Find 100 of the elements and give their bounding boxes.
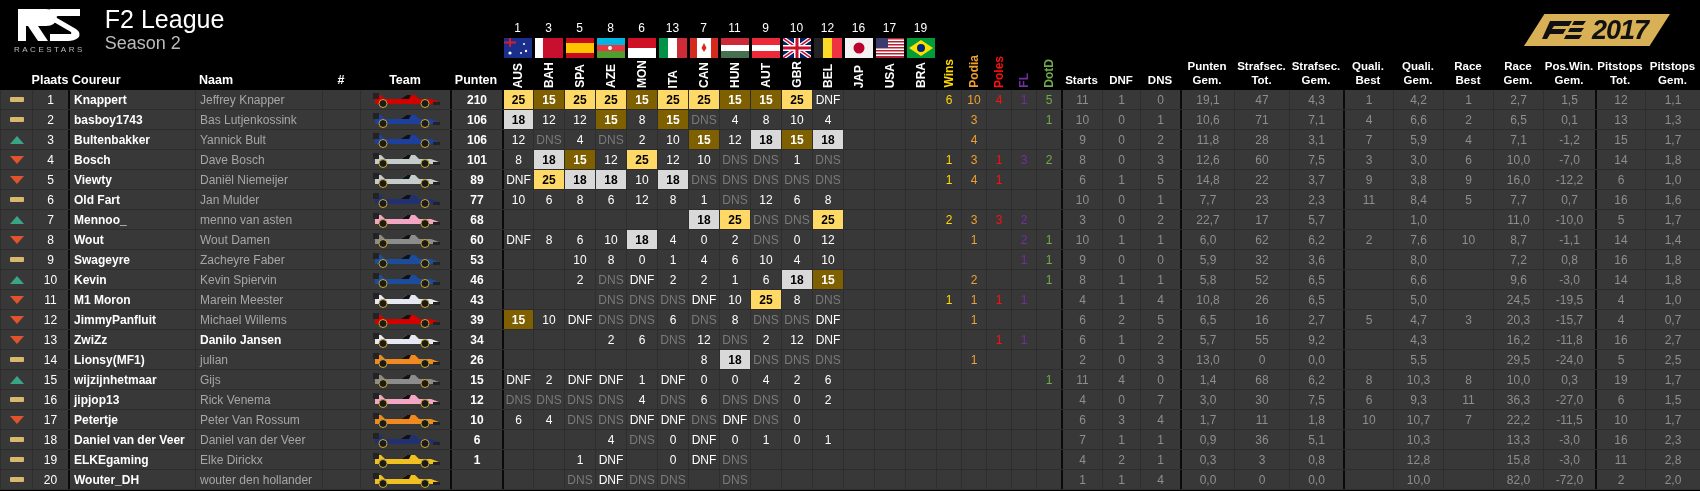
table-cell: 11: [1234, 410, 1289, 429]
table-cell: 3,0: [1393, 150, 1443, 169]
table-cell: Wouter_DH: [68, 470, 195, 489]
column-header: AUT: [759, 63, 772, 88]
table-cell: 2: [1140, 330, 1180, 349]
table-cell: 7,7: [1493, 190, 1543, 209]
table-cell: 4: [32, 150, 68, 169]
round-number: 13: [665, 21, 680, 35]
table-cell: Jan Mulder: [195, 190, 322, 209]
table-cell: 26: [1234, 290, 1289, 309]
result-cell: 8: [533, 230, 564, 249]
result-cell: DNS: [781, 170, 812, 189]
result-cell: DNF: [812, 310, 843, 329]
result-cell: 12: [657, 150, 688, 169]
table-cell: 4,2: [1393, 90, 1443, 109]
table-cell: 5: [1036, 90, 1061, 109]
table-cell: 1: [936, 150, 961, 169]
result-cell: 25: [595, 90, 626, 109]
result-cell: 1: [564, 450, 595, 469]
table-cell: 1,8: [1645, 270, 1700, 289]
result-cell: 8: [657, 190, 688, 209]
table-cell: 7,1: [1289, 110, 1343, 129]
column-header: MON: [635, 60, 648, 88]
result-cell: DNF: [595, 450, 626, 469]
column-header: Wins: [942, 59, 955, 88]
result-cell: DNS: [750, 230, 781, 249]
result-cell: 6: [719, 250, 750, 269]
result-cell: DNS: [533, 130, 564, 149]
result-cell: 12: [750, 190, 781, 209]
round-number: 17: [882, 21, 897, 35]
table-cell: -10,0: [1543, 210, 1595, 229]
table-cell: 5: [1140, 310, 1180, 329]
result-cell: DNS: [812, 290, 843, 309]
table-cell: 1,7: [1645, 130, 1700, 149]
table-cell: 1: [961, 230, 986, 249]
result-cell: DNF: [688, 430, 719, 449]
column-header: DNF: [1109, 74, 1133, 89]
table-cell: 15: [32, 370, 68, 389]
table-cell: 1: [1102, 430, 1140, 449]
result-cell: 2: [657, 270, 688, 289]
column-header: USA: [883, 62, 896, 88]
flag-icon: [906, 38, 935, 58]
table-cell: 7,6: [1393, 230, 1443, 249]
table-cell: -3,0: [1543, 430, 1595, 449]
result-cell: 15: [812, 270, 843, 289]
result-cell: 6: [657, 310, 688, 329]
result-cell: 18: [595, 170, 626, 189]
table-cell: 10,7: [1393, 410, 1443, 429]
result-cell: 0: [781, 390, 812, 409]
table-cell: wouter den hollander: [195, 470, 322, 489]
table-cell: 1: [1140, 230, 1180, 249]
result-cell: 18: [626, 230, 657, 249]
result-cell: DNF: [688, 450, 719, 469]
table-cell: 15,8: [1493, 450, 1543, 469]
column-header: BEL: [821, 64, 834, 88]
table-cell: 1: [1036, 110, 1061, 129]
result-cell: 15: [595, 110, 626, 129]
table-cell: 4,3: [1393, 330, 1443, 349]
table-cell: 3: [1234, 450, 1289, 469]
result-cell: 25: [719, 210, 750, 229]
table-cell: 1: [961, 350, 986, 369]
column-header: Poles: [992, 56, 1005, 88]
table-cell: 1: [1036, 230, 1061, 249]
table-cell: 9,6: [1493, 270, 1543, 289]
logo-icon: [16, 6, 83, 43]
table-cell: 0: [1140, 90, 1180, 109]
table-cell: 1: [1102, 290, 1140, 309]
result-cell: DNS: [688, 170, 719, 189]
table-cell: 22,2: [1493, 410, 1543, 429]
result-cell: 18: [657, 170, 688, 189]
table-cell: 6: [1443, 150, 1493, 169]
table-cell: 2: [32, 110, 68, 129]
round-number: 8: [607, 21, 614, 35]
result-cell: 15: [750, 90, 781, 109]
table-cell: 2,3: [1645, 430, 1700, 449]
result-cell: 8: [595, 250, 626, 269]
result-cell: 12: [533, 110, 564, 129]
table-cell: Jeffrey Knapper: [195, 90, 322, 109]
result-cell: 15: [719, 90, 750, 109]
result-cell: 4: [626, 390, 657, 409]
result-cell: DNS: [533, 390, 564, 409]
result-cell: DNS: [719, 190, 750, 209]
result-cell: 1: [688, 190, 719, 209]
table-cell: 1: [1036, 270, 1061, 289]
result-cell: 2: [564, 270, 595, 289]
result-cell: 1: [719, 270, 750, 289]
table-cell: 1: [32, 90, 68, 109]
result-cell: 1: [626, 370, 657, 389]
result-cell: DNS: [750, 410, 781, 429]
result-cell: 8: [719, 310, 750, 329]
table-cell: 1: [961, 310, 986, 329]
round-number: 1: [514, 21, 521, 35]
table-cell: 1: [936, 290, 961, 309]
column-header: DNS: [1147, 74, 1173, 89]
table-cell: 2: [1595, 470, 1645, 489]
result-cell: DNS: [657, 470, 688, 489]
table-cell: 0,3: [1543, 370, 1595, 389]
result-cell: DNS: [812, 150, 843, 169]
table-cell: 5: [32, 170, 68, 189]
table-cell: 1: [1102, 170, 1140, 189]
